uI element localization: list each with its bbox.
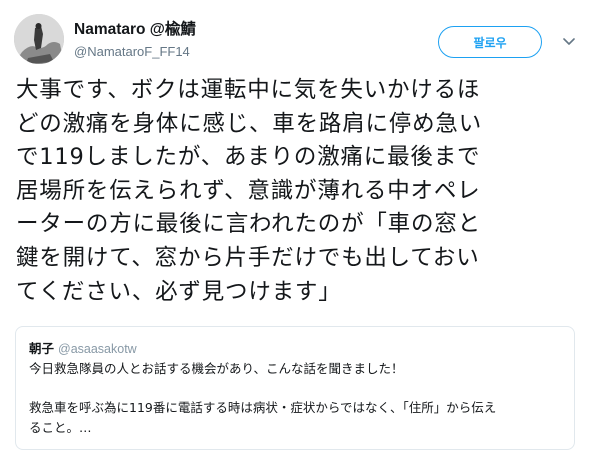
tweet-text-line: どの激痛を身体に感じ、車を路肩に停め急い xyxy=(16,110,483,137)
tweet-text-line: ーターの方に最後に言われたのが「車の窓と xyxy=(16,211,481,238)
tweet-text-line: で119しましたが、あまりの激痛に最後まで xyxy=(16,144,481,171)
tweet-text: 大事です、ボクは運転中に気を失いかけるほ どの激痛を身体に感じ、車を路肩に停め急… xyxy=(16,74,582,309)
follow-button[interactable]: 팔로우 xyxy=(438,26,542,58)
quoted-text-line: 救急車を呼ぶ為に119番に電話する時は病状・症状からではなく、「住所」から伝え xyxy=(29,400,497,415)
quoted-text-line: ること。… xyxy=(29,419,92,435)
quoted-text-line: 今日救急隊員の人とお話する機会があり、こんな話を聞きました！ xyxy=(29,361,404,376)
quoted-author-name: 朝子 xyxy=(29,341,55,356)
quoted-tweet[interactable]: 朝子 @asaasakotw 今日救急隊員の人とお話する機会があり、こんな話を聞き… xyxy=(15,326,575,450)
quoted-text-line xyxy=(29,379,569,399)
quoted-text: 今日救急隊員の人とお話する機会があり、こんな話を聞きました！ 救急車を呼ぶ為に1… xyxy=(29,359,569,437)
tweet-text-line: 居場所を伝えられず、意識が薄れる中オペレ xyxy=(16,177,481,204)
tweet-text-line: 大事です、ボクは運転中に気を失いかけるほ xyxy=(16,77,481,103)
avatar[interactable] xyxy=(14,14,64,64)
author-info: Namataro @楡鯖 @NamataroF_FF14 xyxy=(74,20,196,61)
tweet-text-line: てください、必ず見つけます」 xyxy=(16,278,342,305)
more-options-button[interactable] xyxy=(561,34,577,50)
author-display-name[interactable]: Namataro @楡鯖 xyxy=(74,20,196,40)
avatar-icon xyxy=(14,14,64,64)
tweet-text-line: 鍵を開けて、窓から片手だけでも出しておい xyxy=(16,244,480,271)
tweet-header: Namataro @楡鯖 @NamataroF_FF14 팔로우 xyxy=(14,14,581,70)
author-handle[interactable]: @NamataroF_FF14 xyxy=(74,43,196,61)
quoted-author-handle: @asaasakotw xyxy=(58,342,137,356)
chevron-down-icon xyxy=(563,38,575,45)
quoted-author: 朝子 @asaasakotw xyxy=(29,338,137,357)
tweet-card: Namataro @楡鯖 @NamataroF_FF14 팔로우 大事です、ボク… xyxy=(0,0,595,460)
